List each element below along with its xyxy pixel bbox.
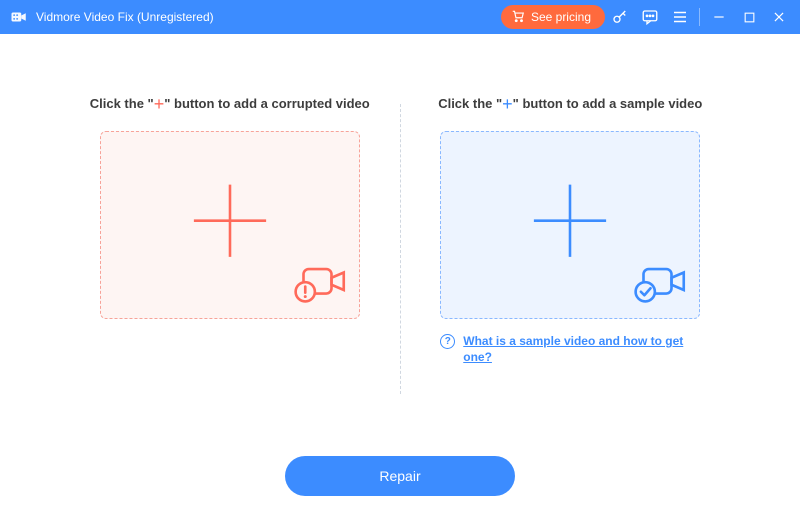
corrupted-instr-pre: Click the " [90,96,154,111]
corrupted-instr-post: " button to add a corrupted video [164,96,370,111]
plus-icon: + [154,94,165,114]
sample-instr-post: " button to add a sample video [513,96,703,111]
main-area: Click the "+" button to add a corrupted … [0,34,800,520]
corrupted-instruction: Click the "+" button to add a corrupted … [90,94,370,115]
app-logo-icon [10,8,28,26]
feedback-icon[interactable] [635,0,665,34]
see-pricing-label: See pricing [531,10,591,24]
close-button[interactable] [764,0,794,34]
add-sample-video-dropzone[interactable] [440,131,700,319]
plus-icon [527,178,613,264]
cart-icon [511,9,525,26]
titlebar: Vidmore Video Fix (Unregistered) See pri… [0,0,800,34]
corrupted-video-icon [293,261,349,310]
see-pricing-button[interactable]: See pricing [501,5,605,29]
key-icon[interactable] [605,0,635,34]
titlebar-divider [699,8,700,26]
sample-help-link[interactable]: What is a sample video and how to get on… [463,333,700,365]
sample-help-row: ? What is a sample video and how to get … [440,333,700,365]
plus-icon: + [502,94,513,114]
add-corrupted-video-dropzone[interactable] [100,131,360,319]
maximize-button[interactable] [734,0,764,34]
corrupted-video-panel: Click the "+" button to add a corrupted … [60,94,400,394]
minimize-button[interactable] [704,0,734,34]
menu-icon[interactable] [665,0,695,34]
repair-button-label: Repair [379,468,420,484]
plus-icon [187,178,273,264]
sample-instr-pre: Click the " [438,96,502,111]
sample-video-panel: Click the "+" button to add a sample vid… [401,94,741,394]
sample-instruction: Click the "+" button to add a sample vid… [438,94,702,115]
repair-button[interactable]: Repair [285,456,515,496]
help-icon: ? [440,334,455,349]
sample-video-icon [633,261,689,310]
app-title: Vidmore Video Fix (Unregistered) [36,10,214,24]
